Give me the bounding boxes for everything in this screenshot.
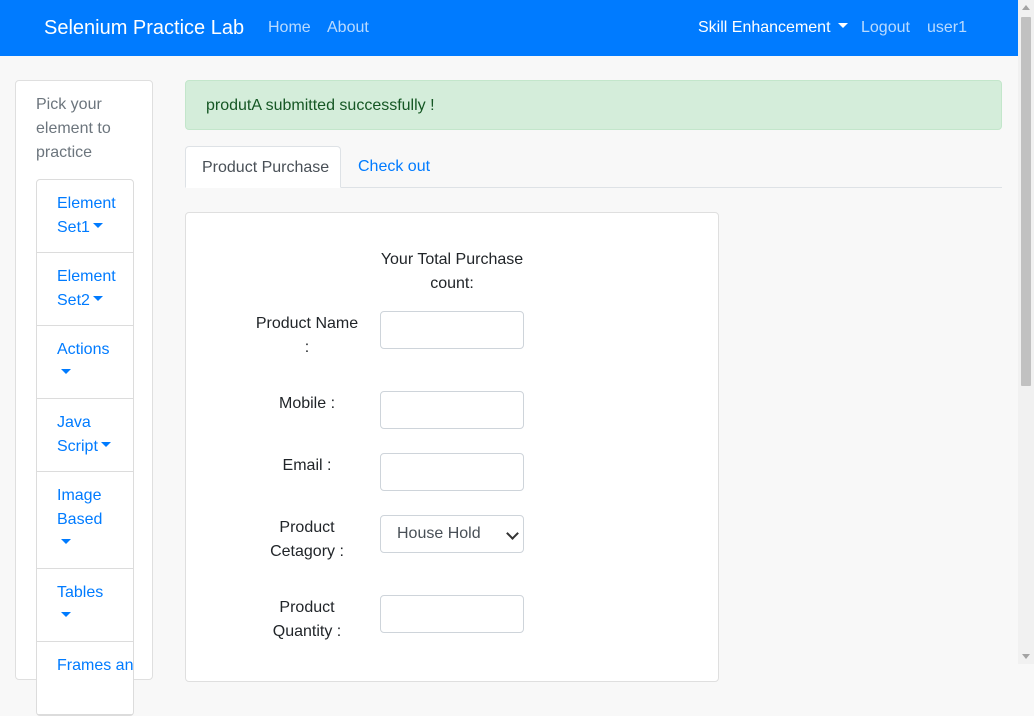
nav-link-about[interactable]: About	[327, 18, 369, 38]
scroll-down-arrow-icon[interactable]	[1022, 654, 1030, 659]
skill-enhancement-dropdown[interactable]: Skill Enhancement	[698, 18, 848, 38]
logout-link[interactable]: Logout	[861, 18, 910, 38]
caret-down-icon	[92, 223, 103, 229]
caret-down-icon	[61, 369, 71, 375]
total-purchase-count-label: Your Total Purchase count:	[380, 251, 524, 292]
sidebar-title: Pick your element to practice	[36, 96, 111, 161]
user-link[interactable]: user1	[927, 18, 967, 38]
scroll-up-arrow-icon[interactable]	[1022, 5, 1030, 10]
scroll-thumb[interactable]	[1021, 17, 1031, 386]
product-quantity-input[interactable]	[380, 595, 524, 633]
sidebar-item-image-based[interactable]: Image Based	[37, 472, 133, 569]
sidebar-item-label: Actions	[57, 341, 110, 358]
sidebar-item-label: Java Script	[57, 414, 98, 455]
sidebar-item-frames[interactable]: Frames and	[37, 642, 133, 715]
sidebar-item-tables[interactable]: Tables	[37, 569, 133, 642]
tab-check-out[interactable]: Check out	[342, 146, 446, 188]
product-name-input[interactable]	[380, 311, 524, 349]
success-alert: produtA submitted successfully !	[185, 80, 1002, 130]
caret-down-icon	[61, 539, 71, 545]
sidebar-menu: Element Set1 Element Set2 Actions Java S…	[36, 179, 134, 716]
vertical-scrollbar[interactable]	[1018, 0, 1034, 664]
sidebar-item-label: Element Set1	[57, 195, 116, 236]
nav-link-home[interactable]: Home	[268, 18, 311, 38]
sidebar-item-element-set2[interactable]: Element Set2	[37, 253, 133, 326]
mobile-label: Mobile :	[278, 395, 336, 412]
sidebar: Pick your element to practice Element Se…	[15, 80, 153, 716]
sidebar-item-label: Image Based	[57, 487, 103, 528]
mobile-input[interactable]	[380, 391, 524, 429]
caret-down-icon	[100, 442, 111, 448]
skill-enhancement-label: Skill Enhancement	[698, 19, 831, 36]
purchase-form-card: Your Total Purchase count: Product Name …	[185, 212, 719, 682]
product-quantity-label: Product Quantity :	[272, 599, 342, 640]
caret-down-icon	[92, 296, 103, 302]
brand-title[interactable]: Selenium Practice Lab	[44, 16, 244, 40]
sidebar-item-label: Tables	[57, 584, 104, 601]
email-label: Email :	[282, 457, 332, 474]
product-category-select[interactable]: House Hold	[380, 515, 524, 553]
email-input[interactable]	[380, 453, 524, 491]
tab-product-purchase[interactable]: Product Purchase	[185, 146, 341, 188]
product-name-label: Product Name :	[255, 315, 359, 356]
product-category-label: Product Cetagory :	[270, 519, 344, 560]
product-category-selected-value: House Hold	[397, 525, 481, 542]
sidebar-item-element-set1[interactable]: Element Set1	[37, 180, 133, 253]
sidebar-item-label: Frames and	[57, 657, 133, 674]
caret-down-icon	[61, 612, 71, 618]
sidebar-item-java-script[interactable]: Java Script	[37, 399, 133, 472]
sidebar-item-label: Element Set2	[57, 268, 116, 309]
top-navbar: Selenium Practice Lab Home About Skill E…	[0, 0, 1018, 56]
caret-down-icon	[837, 23, 848, 29]
tab-bar: Product Purchase Check out	[185, 146, 1002, 188]
sidebar-item-actions[interactable]: Actions	[37, 326, 133, 399]
chevron-down-icon	[506, 527, 519, 540]
